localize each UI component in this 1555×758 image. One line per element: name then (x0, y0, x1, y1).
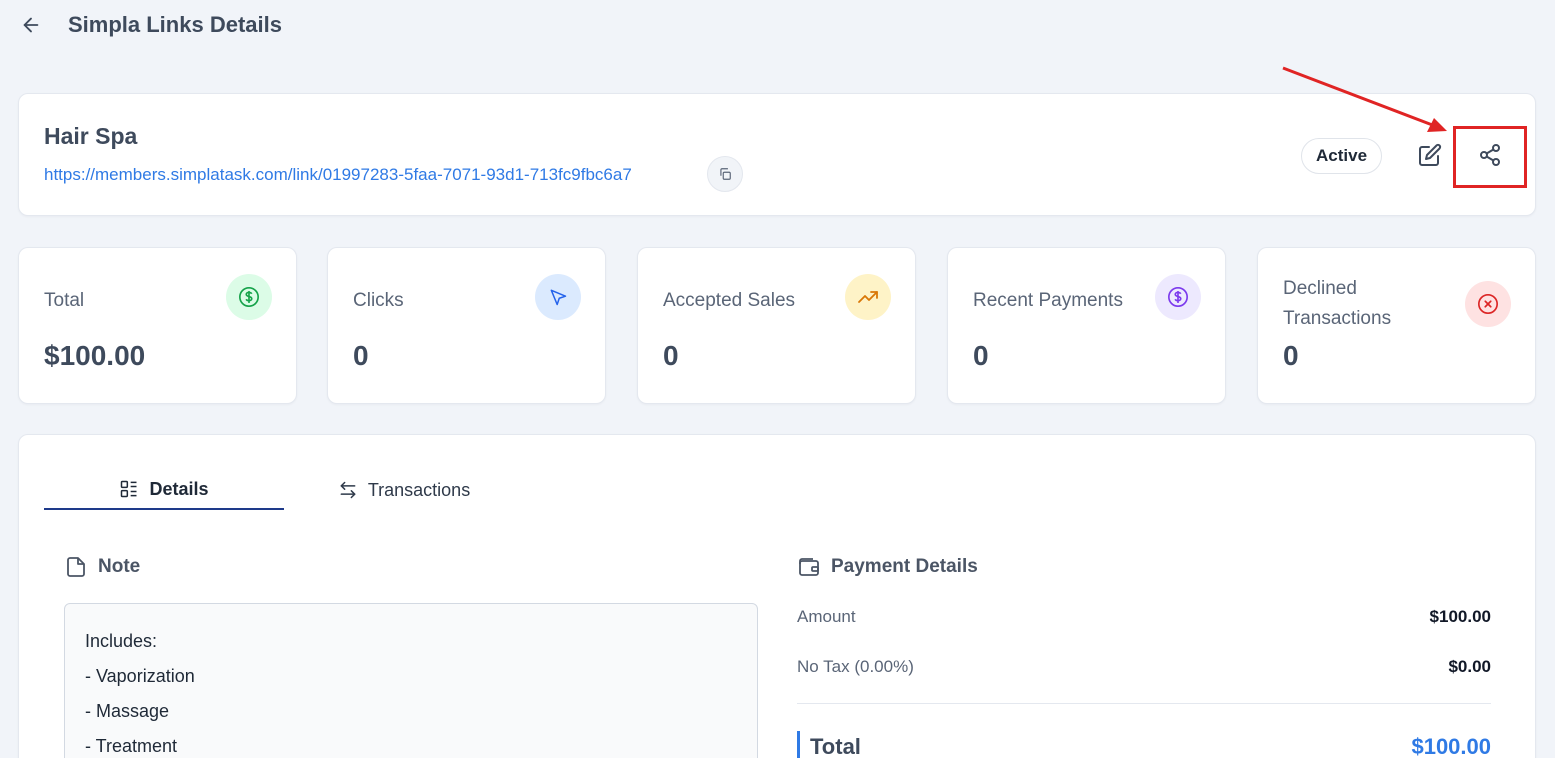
stat-label: Declined Transactions (1283, 278, 1392, 329)
total-value: $100.00 (1411, 734, 1491, 758)
stat-value: 0 (1283, 340, 1299, 371)
stat-card-clicks: Clicks 0 (327, 247, 606, 404)
top-bar: Simpla Links Details (0, 0, 1555, 52)
file-icon (64, 555, 88, 579)
edit-button[interactable] (1415, 140, 1445, 170)
status-badge: Active (1301, 138, 1383, 174)
stat-label: Total (44, 290, 85, 311)
stat-value: 0 (353, 340, 369, 371)
x-circle-icon (1465, 281, 1511, 327)
stat-value: 0 (973, 340, 989, 371)
payment-row-tax: No Tax (0.00%) $0.00 (797, 657, 1491, 677)
note-line: Includes: (85, 631, 158, 651)
payment-section-title: Payment Details (797, 555, 978, 579)
note-line: - Massage (85, 701, 170, 721)
dollar-icon (1155, 274, 1201, 320)
payment-divider (797, 703, 1491, 704)
edit-icon (1419, 143, 1442, 166)
back-button[interactable] (18, 12, 44, 38)
note-line: - Treatment (85, 736, 178, 756)
cursor-icon (535, 274, 581, 320)
copy-link-button[interactable] (707, 156, 743, 192)
dollar-icon (226, 274, 272, 320)
trending-up-icon (845, 274, 891, 320)
stat-value: $100.00 (44, 340, 146, 371)
copy-icon (720, 168, 731, 180)
payment-total-row: Total $100.00 (797, 731, 1491, 758)
link-name: Hair Spa (44, 123, 138, 149)
payment-row-value: $0.00 (1448, 657, 1491, 676)
link-header-card: Hair Spa https://members.simplatask.com/… (18, 93, 1536, 216)
details-panel: Details Transactions Note Includes: - Va… (18, 434, 1536, 758)
stat-label: Recent Payments (973, 290, 1123, 311)
payment-row-label: No Tax (0.00%) (797, 657, 914, 676)
share-button[interactable] (1475, 140, 1505, 170)
note-section-title: Note (64, 555, 140, 579)
page-title: Simpla Links Details (68, 12, 282, 37)
stat-card-accepted-sales: Accepted Sales 0 (637, 247, 916, 404)
tab-label: Details (149, 478, 209, 499)
payment-row-value: $100.00 (1429, 607, 1491, 626)
share-icon (1480, 144, 1500, 166)
swap-icon (338, 480, 358, 500)
note-title: Note (98, 556, 141, 577)
payment-row-amount: Amount $100.00 (797, 607, 1491, 627)
link-url[interactable]: https://members.simplatask.com/link/0199… (44, 165, 632, 185)
stat-card-total: Total $100.00 (18, 247, 297, 404)
stat-label: Clicks (353, 290, 404, 311)
stat-value: 0 (663, 340, 679, 371)
tab-label: Transactions (367, 479, 471, 500)
note-line: - Vaporization (85, 666, 195, 686)
stat-card-recent-payments: Recent Payments 0 (947, 247, 1226, 404)
stat-card-declined-transactions: Declined Transactions 0 (1257, 247, 1536, 404)
payment-row-label: Amount (797, 607, 856, 626)
payment-title: Payment Details (831, 556, 978, 577)
note-box: Includes: - Vaporization - Massage - Tre… (64, 603, 758, 758)
tab-transactions[interactable]: Transactions (284, 470, 524, 510)
stat-label: Accepted Sales (663, 290, 796, 311)
wallet-icon (797, 555, 821, 579)
tab-details[interactable]: Details (44, 470, 284, 510)
arrow-left-icon (23, 17, 39, 33)
total-label: Total (810, 734, 861, 758)
list-icon (119, 479, 139, 499)
